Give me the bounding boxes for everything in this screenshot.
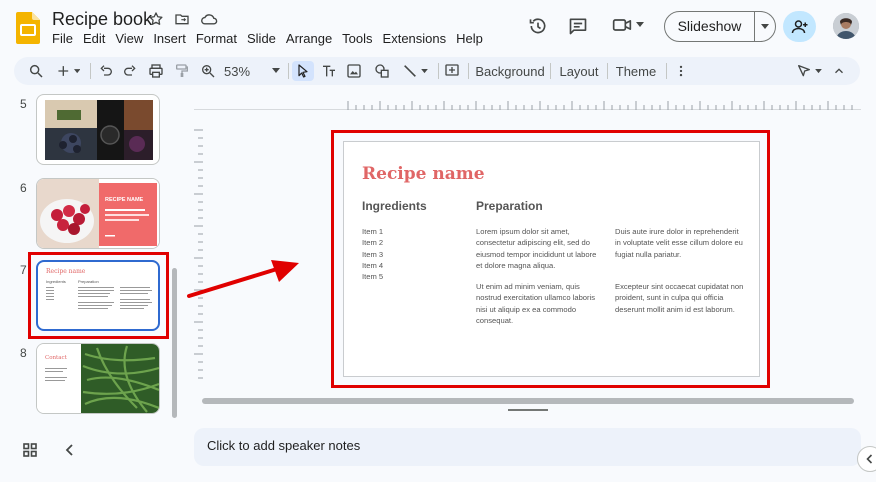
line-tool-icon[interactable] <box>400 61 430 81</box>
zoom-value: 53% <box>224 63 251 79</box>
thumb8-title: Contact <box>45 355 67 361</box>
slideshow-label[interactable]: Slideshow <box>665 12 755 41</box>
menu-format[interactable]: Format <box>191 31 242 46</box>
chevron-down-icon <box>636 22 644 28</box>
menu-help[interactable]: Help <box>451 31 488 46</box>
menu-tools[interactable]: Tools <box>337 31 377 46</box>
thumb6-title: RECIPE NAME <box>105 197 144 203</box>
annotation-box-thumbnail <box>28 252 169 339</box>
search-menus-icon[interactable] <box>28 61 44 81</box>
menu-arrange[interactable]: Arrange <box>281 31 337 46</box>
slide-number-6: 6 <box>20 181 27 195</box>
add-comment-icon[interactable] <box>444 61 460 81</box>
select-tool-icon[interactable] <box>292 61 314 81</box>
insert-image-icon[interactable] <box>346 61 362 81</box>
share-button[interactable] <box>783 11 816 42</box>
filmstrip-scrollbar[interactable] <box>172 268 177 418</box>
menu-view[interactable]: View <box>110 31 148 46</box>
video-camera-icon <box>612 16 632 34</box>
slide-thumbnail-5[interactable] <box>36 94 160 165</box>
menu-extensions[interactable]: Extensions <box>378 31 452 46</box>
new-slide-button[interactable] <box>56 61 80 81</box>
menu-edit[interactable]: Edit <box>78 31 110 46</box>
layout-button[interactable]: Layout <box>558 61 600 81</box>
speaker-notes-field[interactable]: Click to add speaker notes <box>194 428 861 466</box>
move-to-folder-icon[interactable] <box>174 11 190 27</box>
side-panel-toggle-chevron-icon[interactable] <box>857 446 876 472</box>
star-icon[interactable] <box>148 11 164 27</box>
add-person-icon <box>791 18 809 36</box>
menu-file[interactable]: File <box>52 31 78 46</box>
slide-thumbnail-6[interactable]: RECIPE NAME <box>36 178 160 249</box>
meet-button[interactable] <box>612 16 644 34</box>
menu-bar: File Edit View Insert Format Slide Arran… <box>52 31 488 46</box>
version-history-icon[interactable] <box>528 16 548 36</box>
chevron-left-icon[interactable] <box>62 442 78 458</box>
more-options-icon[interactable] <box>674 61 688 81</box>
horizontal-ruler <box>347 101 853 110</box>
zoom-icon[interactable] <box>200 61 216 81</box>
background-button[interactable]: Background <box>475 61 544 81</box>
annotation-box-slide <box>331 130 770 388</box>
comments-icon[interactable] <box>568 16 588 36</box>
print-icon[interactable] <box>148 61 164 81</box>
toolbar: 53% Background Layout Theme <box>14 57 860 85</box>
collapse-menus-chevron-up-icon[interactable] <box>832 61 846 81</box>
menu-slide[interactable]: Slide <box>242 31 281 46</box>
zoom-select[interactable]: 53% <box>224 61 280 81</box>
slideshow-button[interactable]: Slideshow <box>664 11 776 42</box>
grid-view-icon[interactable] <box>22 442 38 458</box>
theme-button[interactable]: Theme <box>614 61 658 81</box>
text-box-icon[interactable] <box>320 61 338 81</box>
account-avatar[interactable] <box>833 13 859 39</box>
notes-resize-handle[interactable] <box>508 409 548 411</box>
cloud-saved-icon[interactable] <box>200 11 218 27</box>
slide-number-5: 5 <box>20 97 27 111</box>
canvas-horizontal-scrollbar[interactable] <box>202 398 854 404</box>
slide-number-7: 7 <box>20 263 27 277</box>
undo-icon[interactable] <box>98 61 114 81</box>
shape-icon[interactable] <box>374 61 390 81</box>
slideshow-options-chevron-icon[interactable] <box>755 23 775 30</box>
slide-thumbnail-8[interactable]: Contact <box>36 343 160 414</box>
pointer-mode-icon[interactable] <box>794 61 824 81</box>
annotation-arrow <box>187 260 299 298</box>
redo-icon[interactable] <box>122 61 138 81</box>
menu-insert[interactable]: Insert <box>148 31 191 46</box>
slides-logo[interactable] <box>16 12 40 44</box>
slide-number-8: 8 <box>20 346 27 360</box>
paint-format-icon[interactable] <box>174 61 190 81</box>
document-title[interactable]: Recipe book <box>52 9 152 30</box>
